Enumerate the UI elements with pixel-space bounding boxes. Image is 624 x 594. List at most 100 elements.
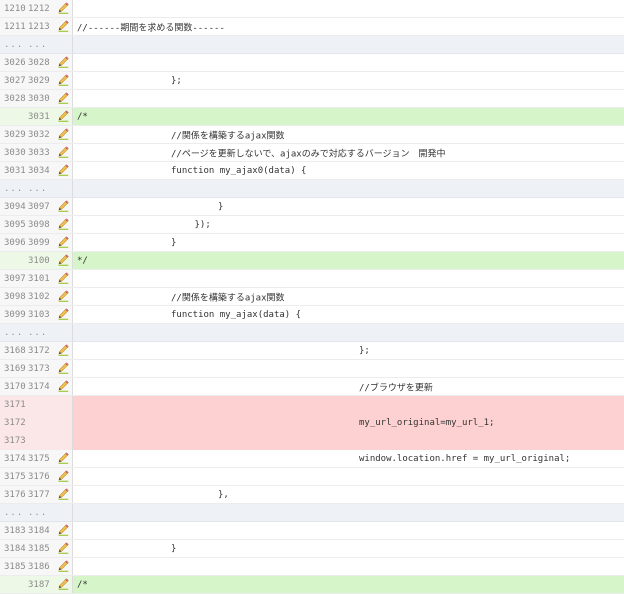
code-text: }); bbox=[194, 219, 211, 230]
old-line-number: 3175 bbox=[4, 471, 26, 482]
code-cell: } bbox=[73, 198, 624, 215]
line-number-gutter: 1211 1213 bbox=[0, 18, 73, 35]
pencil-icon[interactable] bbox=[56, 163, 70, 177]
new-line-number: 3187 bbox=[28, 579, 50, 590]
line-number-gutter: 3027 3029 bbox=[0, 72, 73, 89]
pencil-icon[interactable] bbox=[56, 145, 70, 159]
line-number-gutter: 3026 3028 bbox=[0, 54, 73, 71]
diff-line-row: 3027 3029}; bbox=[0, 72, 624, 90]
code-cell: function my_ajax0(data) { bbox=[73, 162, 624, 179]
code-text: function my_ajax0(data) { bbox=[171, 165, 307, 176]
collapsed-lines-row[interactable]: ...... bbox=[0, 504, 624, 522]
pencil-icon[interactable] bbox=[56, 343, 70, 357]
old-line-number: 3170 bbox=[4, 381, 26, 392]
code-cell: */ bbox=[73, 252, 624, 269]
pencil-icon[interactable] bbox=[56, 379, 70, 393]
code-cell bbox=[73, 468, 624, 485]
line-number-gutter: 3028 3030 bbox=[0, 90, 73, 107]
code-cell bbox=[73, 36, 624, 53]
code-cell bbox=[73, 90, 624, 107]
code-text: } bbox=[171, 543, 177, 554]
pencil-icon[interactable] bbox=[56, 559, 70, 573]
pencil-icon[interactable] bbox=[56, 73, 70, 87]
removed-line-row: 3173 bbox=[0, 432, 624, 450]
code-cell: /* bbox=[73, 576, 624, 593]
new-line-number: ... bbox=[28, 183, 48, 194]
pencil-icon[interactable] bbox=[56, 217, 70, 231]
pencil-icon[interactable] bbox=[56, 235, 70, 249]
old-line-number: 3098 bbox=[4, 291, 26, 302]
old-line-number: 3026 bbox=[4, 57, 26, 68]
new-line-number: 3174 bbox=[28, 381, 50, 392]
line-number-gutter: ...... bbox=[0, 180, 73, 197]
diff-line-row: 1211 1213 //------期間を求める関数------ bbox=[0, 18, 624, 36]
code-cell bbox=[73, 324, 624, 341]
new-line-number: 3034 bbox=[28, 165, 50, 176]
pencil-icon[interactable] bbox=[56, 487, 70, 501]
collapsed-lines-row[interactable]: ...... bbox=[0, 324, 624, 342]
pencil-icon[interactable] bbox=[56, 19, 70, 33]
diff-line-row: 3030 3033 //ページを更新しないで、ajaxのみで対応するバージョン 開発… bbox=[0, 144, 624, 162]
pencil-icon[interactable] bbox=[56, 307, 70, 321]
old-line-number: ... bbox=[4, 39, 24, 50]
code-cell: //関係を構築するajax関数 bbox=[73, 126, 624, 143]
code-cell: }, bbox=[73, 486, 624, 503]
diff-line-row: 3098 3102 //関係を構築するajax関数 bbox=[0, 288, 624, 306]
line-number-gutter: 3094 3097 bbox=[0, 198, 73, 215]
pencil-icon[interactable] bbox=[56, 289, 70, 303]
pencil-icon[interactable] bbox=[56, 577, 70, 591]
line-number-gutter: 3029 3032 bbox=[0, 126, 73, 143]
old-line-number: ... bbox=[4, 327, 24, 338]
old-line-number: 3096 bbox=[4, 237, 26, 248]
code-cell: //ページを更新しないで、ajaxのみで対応するバージョン 開発中 bbox=[73, 144, 624, 161]
old-line-number: 3173 bbox=[4, 436, 26, 446]
code-cell bbox=[73, 558, 624, 575]
pencil-icon[interactable] bbox=[56, 253, 70, 267]
old-line-number: 3174 bbox=[4, 453, 26, 464]
line-number-gutter: 3096 3099 bbox=[0, 234, 73, 251]
line-number-gutter: 3170 3174 bbox=[0, 378, 73, 395]
code-text: //------期間を求める関数------ bbox=[77, 23, 225, 33]
diff-line-row: 3026 3028 bbox=[0, 54, 624, 72]
code-text: //関係を構築するajax関数 bbox=[171, 293, 285, 303]
pencil-icon[interactable] bbox=[56, 109, 70, 123]
new-line-number: 3032 bbox=[28, 129, 50, 140]
pencil-icon[interactable] bbox=[56, 271, 70, 285]
pencil-icon[interactable] bbox=[56, 361, 70, 375]
code-cell bbox=[73, 504, 624, 521]
diff-line-row: 3029 3032 //関係を構築するajax関数 bbox=[0, 126, 624, 144]
pencil-icon[interactable] bbox=[56, 469, 70, 483]
line-number-gutter: 1210 1212 bbox=[0, 0, 73, 17]
pencil-icon[interactable] bbox=[56, 127, 70, 141]
code-text: } bbox=[218, 201, 224, 212]
pencil-icon[interactable] bbox=[56, 451, 70, 465]
old-line-number: 3097 bbox=[4, 273, 26, 284]
new-line-number: 3186 bbox=[28, 561, 50, 572]
diff-line-row: 3176 3177}, bbox=[0, 486, 624, 504]
code-cell: function my_ajax(data) { bbox=[73, 306, 624, 323]
old-line-number: 3094 bbox=[4, 201, 26, 212]
pencil-icon[interactable] bbox=[56, 199, 70, 213]
pencil-icon[interactable] bbox=[56, 541, 70, 555]
collapsed-lines-row[interactable]: ...... bbox=[0, 180, 624, 198]
pencil-icon[interactable] bbox=[56, 55, 70, 69]
pencil-icon[interactable] bbox=[56, 523, 70, 537]
line-number-gutter: 3098 3102 bbox=[0, 288, 73, 305]
code-cell bbox=[73, 432, 624, 450]
code-cell bbox=[73, 522, 624, 539]
code-cell: } bbox=[73, 540, 624, 557]
line-number-gutter: 3187 bbox=[0, 576, 73, 593]
line-number-gutter: 3099 3103 bbox=[0, 306, 73, 323]
pencil-icon[interactable] bbox=[56, 1, 70, 15]
code-cell bbox=[73, 0, 624, 17]
line-number-gutter: 3184 3185 bbox=[0, 540, 73, 557]
new-line-number: ... bbox=[28, 507, 48, 518]
code-text: window.location.href = my_url_original; bbox=[359, 453, 571, 464]
pencil-icon[interactable] bbox=[56, 91, 70, 105]
collapsed-lines-row[interactable]: ...... bbox=[0, 36, 624, 54]
new-line-number: 3029 bbox=[28, 75, 50, 86]
old-line-number: 3027 bbox=[4, 75, 26, 86]
new-line-number: 3100 bbox=[28, 255, 50, 266]
code-text: /* bbox=[77, 579, 88, 590]
code-cell: my_url_original=my_url_1; bbox=[73, 414, 624, 432]
